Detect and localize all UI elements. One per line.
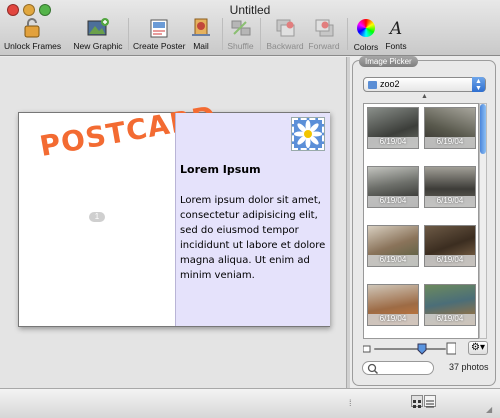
image-picker-label: Image Picker: [359, 56, 418, 67]
photo-grid-scrollbar[interactable]: [479, 103, 487, 339]
mail-label: Mail: [193, 41, 209, 51]
postcard-body-text[interactable]: Lorem ipsum dolor sit amet, consectetur …: [180, 193, 328, 283]
grid-view-icon[interactable]: [411, 395, 423, 408]
album-select[interactable]: zoo2 ▲ ▼: [363, 77, 486, 92]
slider-track: [374, 348, 446, 350]
photo-thumbnail[interactable]: 6/19/04: [424, 166, 476, 208]
scroll-up-arrow-icon[interactable]: ▲: [421, 93, 428, 100]
title-bar: Untitled Unlock Frames New Graphic Creat…: [0, 0, 500, 56]
postcard-heading[interactable]: Lorem Ipsum: [180, 163, 261, 176]
picture-add-icon: [87, 18, 109, 38]
daisy-stamp-image[interactable]: [291, 117, 325, 151]
colors-label: Colors: [353, 42, 379, 52]
backward-label: Backward: [266, 41, 304, 51]
shuffle-label: Shuffle: [227, 41, 254, 51]
photo-date: 6/19/04: [368, 255, 418, 266]
photo-count: 37 photos: [449, 362, 489, 372]
photo-date: 6/19/04: [368, 137, 418, 148]
window-title: Untitled: [229, 3, 271, 17]
thumbnail-size-slider[interactable]: [362, 342, 457, 356]
photo-date: 6/19/04: [368, 196, 418, 207]
mail-button[interactable]: Mail: [190, 18, 212, 54]
create-poster-button[interactable]: Create Poster: [133, 18, 185, 54]
search-icon: [367, 363, 379, 375]
resize-grip-icon[interactable]: ◢: [486, 405, 492, 414]
photo-thumbnail[interactable]: 6/19/04: [424, 284, 476, 326]
forward-label: Forward: [308, 41, 340, 51]
photo-thumbnail[interactable]: 6/19/04: [424, 107, 476, 149]
photo-thumbnail[interactable]: 6/19/04: [367, 166, 419, 208]
unlock-frames-button[interactable]: Unlock Frames: [4, 18, 62, 54]
daisy-icon: [294, 120, 322, 148]
photo-search-field[interactable]: [362, 361, 434, 375]
album-folder-icon: [368, 81, 377, 89]
photo-thumbnail[interactable]: 6/19/04: [367, 225, 419, 267]
fonts-button[interactable]: A Fonts: [383, 18, 409, 54]
svg-text:A: A: [388, 19, 402, 38]
album-select-value: zoo2: [380, 79, 400, 89]
slider-knob[interactable]: [417, 343, 427, 355]
forward-button[interactable]: Forward: [306, 18, 342, 54]
shuffle-icon: [230, 18, 252, 38]
shuffle-button[interactable]: Shuffle: [227, 18, 254, 54]
photo-date: 6/19/04: [425, 196, 475, 207]
image-picker-panel: Image Picker zoo2 ▲ ▼ ▲ 6/19/04 6/19/04 6…: [352, 56, 496, 386]
poster-icon: [148, 18, 170, 38]
stamp-icon: [190, 18, 212, 38]
postcard-message-area[interactable]: Lorem Ipsum Lorem ipsum dolor sit amet, …: [175, 113, 330, 326]
list-view-icon[interactable]: [424, 395, 436, 408]
bottom-bar: ⁞ ◢: [0, 388, 500, 418]
photo-thumbnail[interactable]: 6/19/04: [424, 225, 476, 267]
photo-thumbnail[interactable]: 6/19/04: [367, 284, 419, 326]
bring-forward-icon: [313, 18, 335, 38]
backward-button[interactable]: Backward: [265, 18, 305, 54]
gear-menu-button[interactable]: ⚙▾: [468, 341, 488, 355]
photo-date: 6/19/04: [425, 255, 475, 266]
photo-date: 6/19/04: [425, 137, 475, 148]
toolbar-separator: [128, 18, 129, 50]
new-graphic-label: New Graphic: [73, 41, 123, 51]
send-backward-icon: [274, 18, 296, 38]
fonts-label: Fonts: [385, 41, 407, 51]
app-window: Untitled Unlock Frames New Graphic Creat…: [0, 0, 500, 418]
small-image-icon: [362, 345, 371, 353]
toolbar-separator: [222, 18, 223, 50]
gear-icon: ⚙▾: [471, 342, 485, 353]
photo-grid[interactable]: 6/19/04 6/19/04 6/19/04 6/19/04 6/19/04 …: [363, 103, 479, 339]
photo-date: 6/19/04: [368, 314, 418, 325]
color-wheel-icon: [355, 19, 377, 39]
scrollbar-thumb[interactable]: [480, 104, 486, 154]
colors-button[interactable]: Colors: [352, 18, 380, 54]
toolbar-separator: [260, 18, 261, 50]
page-badge: 1: [89, 212, 105, 222]
select-stepper-icon: ▲ ▼: [472, 77, 485, 92]
large-image-icon: [446, 342, 457, 355]
font-icon: A: [385, 18, 407, 39]
splitter-grip-icon[interactable]: ⁞: [349, 398, 352, 408]
photo-thumbnail[interactable]: 6/19/04: [367, 107, 419, 149]
padlock-icon: [21, 18, 43, 38]
photo-date: 6/19/04: [425, 314, 475, 325]
postcard[interactable]: POSTCARD 1 Lorem Ipsum Lorem ipsum dolor…: [18, 99, 330, 327]
new-graphic-button[interactable]: New Graphic: [73, 18, 123, 54]
unlock-frames-label: Unlock Frames: [4, 41, 62, 51]
create-poster-label: Create Poster: [133, 41, 186, 51]
toolbar-separator: [347, 18, 348, 50]
panel-splitter[interactable]: [346, 57, 350, 388]
